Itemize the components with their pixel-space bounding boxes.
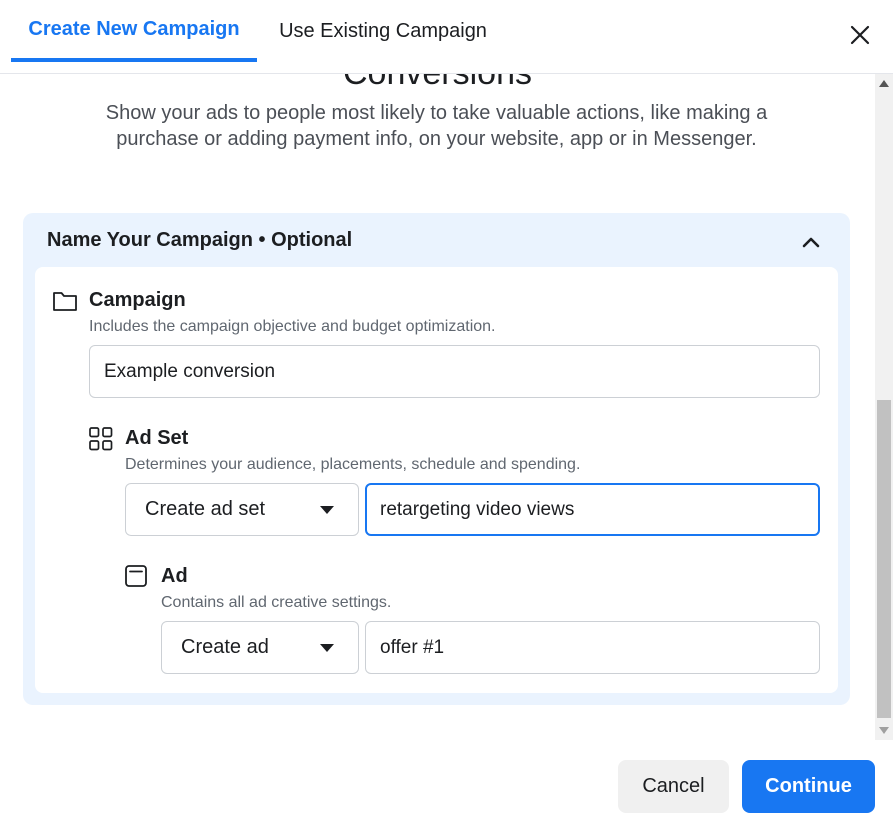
campaign-description: Includes the campaign objective and budg…: [89, 318, 496, 335]
objective-description: Show your ads to people most likely to t…: [105, 102, 768, 150]
close-icon: [850, 25, 870, 45]
cancel-button[interactable]: Cancel: [618, 760, 729, 813]
tab-use-existing-campaign[interactable]: Use Existing Campaign: [258, 0, 508, 62]
ad-name-input[interactable]: [365, 621, 820, 674]
panel-header: Name Your Campaign • Optional: [47, 229, 353, 251]
ad-title: Ad: [161, 565, 188, 587]
ad-window-icon: [125, 565, 147, 587]
caret-down-icon: [320, 644, 334, 652]
scrollbar[interactable]: [875, 74, 893, 740]
name-campaign-panel: Name Your Campaign • Optional Campaign I…: [23, 213, 850, 705]
ad-set-select-value: Create ad set: [145, 498, 266, 520]
ad-select-value: Create ad: [181, 636, 269, 658]
grid-icon: [89, 427, 113, 451]
campaign-tabs: Create New Campaign Use Existing Campaig…: [0, 0, 893, 74]
chevron-up-icon: [802, 237, 820, 248]
tab-create-new-campaign[interactable]: Create New Campaign: [11, 0, 257, 62]
ad-set-name-input[interactable]: [365, 483, 820, 536]
continue-button[interactable]: Continue: [742, 760, 875, 813]
dialog-scroll-area: Conversions Show your ads to people most…: [0, 74, 875, 740]
naming-card: Campaign Includes the campaign objective…: [35, 267, 838, 693]
scrollbar-thumb[interactable]: [877, 400, 891, 718]
ad-set-title: Ad Set: [125, 427, 189, 449]
scroll-up-arrow-icon[interactable]: [879, 80, 889, 87]
campaign-name-input[interactable]: [89, 345, 820, 398]
collapse-button[interactable]: [798, 229, 824, 255]
ad-select[interactable]: Create ad: [161, 621, 359, 674]
ad-description: Contains all ad creative settings.: [161, 594, 392, 611]
scroll-down-arrow-icon[interactable]: [879, 727, 889, 734]
close-button[interactable]: [845, 20, 875, 50]
ad-set-description: Determines your audience, placements, sc…: [125, 456, 581, 473]
folder-icon: [53, 292, 77, 311]
caret-down-icon: [320, 506, 334, 514]
campaign-title: Campaign: [89, 289, 186, 311]
ad-set-select[interactable]: Create ad set: [125, 483, 359, 536]
objective-title: Conversions: [0, 74, 875, 93]
dialog-footer: Cancel Continue: [0, 740, 893, 825]
